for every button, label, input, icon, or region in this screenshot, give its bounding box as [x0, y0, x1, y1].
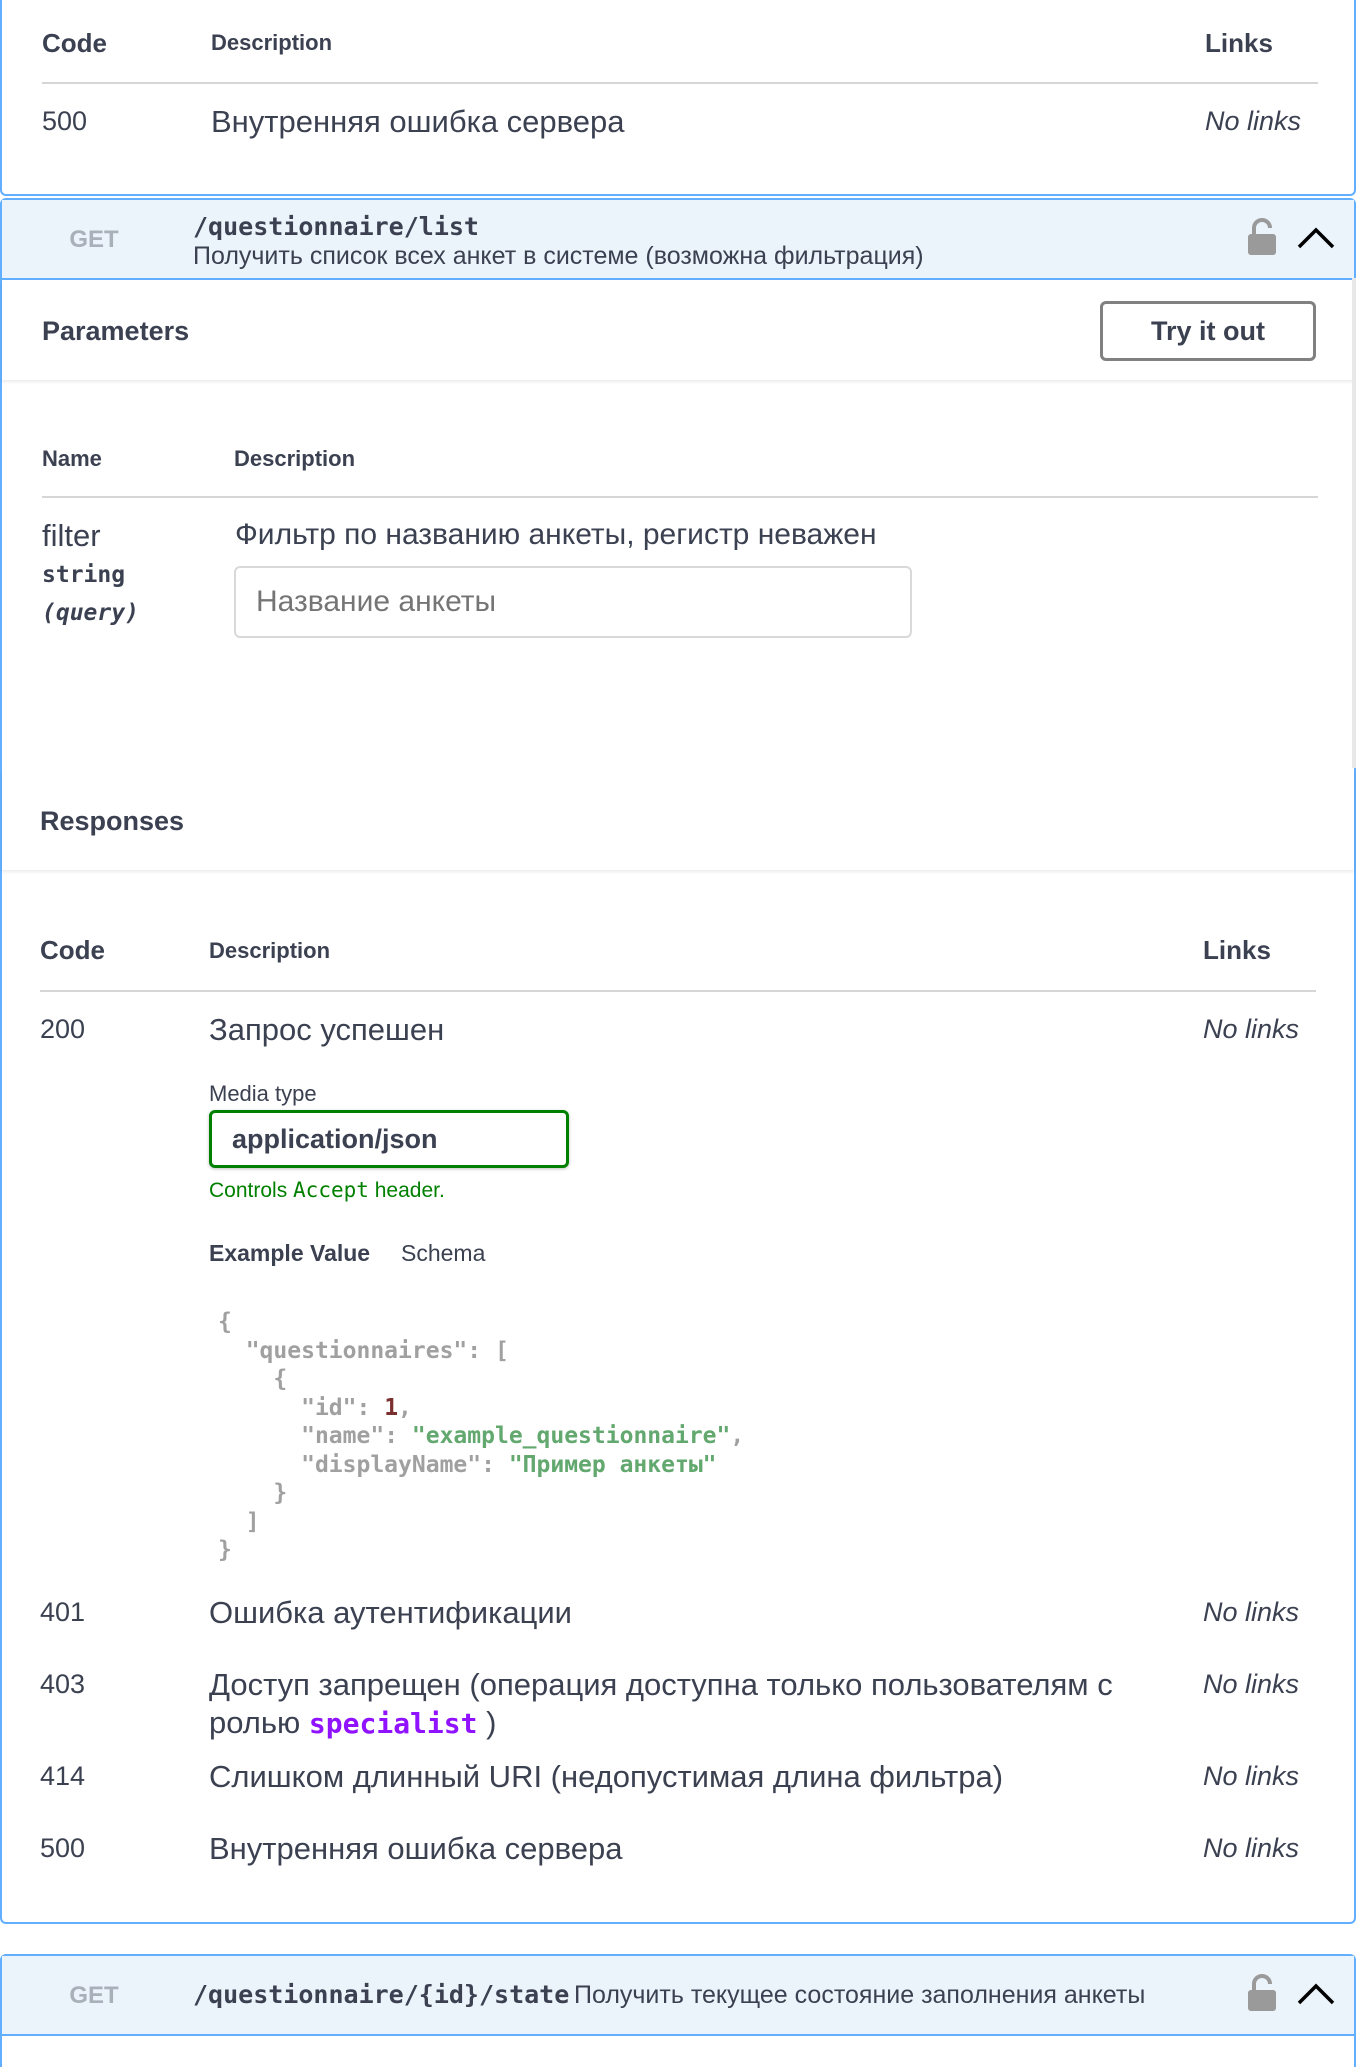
tab-schema[interactable]: Schema [401, 1240, 485, 1267]
controls-prefix: Controls [209, 1179, 294, 1202]
json-bracket: ] [245, 1508, 260, 1535]
response-links: No links [1203, 1597, 1300, 1627]
responses-header-description: Description [209, 938, 331, 963]
json-key: "name" [301, 1423, 385, 1449]
operation-summary[interactable]: GET /questionnaire/list Получить список … [2, 200, 1354, 280]
responses-header-description: Description [211, 30, 333, 55]
previous-operation-responses: Code Description Links 500 Внутренняя ош… [0, 0, 1356, 196]
json-string: "example_questionnaire" [411, 1423, 731, 1449]
operation-description: Получить текущее состояние заполнения ан… [574, 1981, 1146, 2009]
method-badge: GET [69, 1982, 119, 2009]
controls-suffix: header. [368, 1179, 445, 1202]
json-key: "displayName" [301, 1451, 482, 1478]
try-it-out-button[interactable]: Try it out [1100, 301, 1316, 361]
media-type-label: Media type [209, 1081, 317, 1106]
json-key: "questionnaires" [245, 1337, 468, 1364]
media-type-select[interactable]: application/json [209, 1110, 569, 1168]
json-punct: : [ [467, 1337, 509, 1364]
response-description: Ошибка аутентификации [209, 1595, 572, 1630]
responses-header-code: Code [40, 935, 105, 965]
response-description-line2: ролью specialist ) [209, 1705, 496, 1741]
responses-header-links: Links [1203, 935, 1271, 965]
json-key: "id" [301, 1394, 357, 1421]
filter-input[interactable] [234, 566, 912, 638]
response-code: 401 [40, 1597, 86, 1627]
responses-header-code: Code [42, 28, 107, 58]
json-brace: } [218, 1537, 232, 1563]
chevron-up-icon[interactable] [1296, 226, 1336, 250]
response-code: 500 [42, 106, 88, 136]
role-code: specialist [308, 1707, 478, 1740]
controls-code: Accept [293, 1178, 369, 1202]
tab-example-value[interactable]: Example Value [209, 1240, 370, 1267]
responses-title: Responses [40, 806, 185, 836]
response-description: Внутренняя ошибка сервера [211, 104, 625, 139]
response-code: 414 [40, 1761, 86, 1791]
json-brace: } [273, 1480, 288, 1506]
response-links: No links [1203, 1669, 1300, 1699]
example-value-code: { "questionnaires": [ { "id": 1, "name":… [218, 1309, 745, 1563]
response-code: 403 [40, 1669, 86, 1699]
response-description-line1: Доступ запрещен (операция доступна тольк… [209, 1667, 1113, 1702]
header-divider [42, 82, 1318, 84]
role-suffix: ) [477, 1705, 497, 1740]
param-location: (query) [42, 600, 139, 626]
lock-icon[interactable] [1247, 218, 1277, 256]
controls-accept-note: Controls Accept header. [209, 1178, 445, 1203]
json-number: 1 [384, 1394, 399, 1421]
response-code: 500 [40, 1833, 86, 1863]
response-code: 200 [40, 1014, 86, 1044]
parameters-title: Parameters [42, 316, 190, 346]
operation-get-questionnaire-list: GET /questionnaire/list Получить список … [0, 198, 1356, 1924]
responses-header-divider [40, 990, 1316, 992]
operation-summary[interactable]: GET /questionnaire/{id}/state Получить т… [2, 1956, 1354, 2036]
operation-description: Получить список всех анкет в системе (во… [193, 242, 924, 270]
operation-path: /questionnaire/{id}/state [193, 1980, 570, 2009]
response-description: Слишком длинный URI (недопустимая длина … [209, 1759, 1004, 1794]
json-brace: { [273, 1366, 288, 1392]
response-description: Запрос успешен [209, 1012, 445, 1047]
responses-section-header: Responses [2, 770, 1354, 870]
param-description: Фильтр по названию анкеты, регистр неваж… [235, 518, 877, 551]
json-brace: { [218, 1309, 232, 1335]
param-header-description: Description [234, 446, 356, 471]
response-description: Внутренняя ошибка сервера [209, 1831, 623, 1866]
response-links: No links [1203, 1014, 1300, 1044]
response-links: No links [1205, 106, 1302, 136]
panel-edge [1352, 278, 1356, 768]
method-badge: GET [69, 226, 119, 253]
role-prefix: ролью [209, 1705, 309, 1740]
operation-path: /questionnaire/list [193, 212, 479, 241]
chevron-up-icon[interactable] [1296, 1982, 1336, 2006]
param-header-name: Name [42, 446, 102, 471]
lock-icon[interactable] [1247, 1974, 1277, 2012]
response-links: No links [1203, 1761, 1300, 1791]
param-header-divider [42, 496, 1318, 498]
operation-get-questionnaire-state: GET /questionnaire/{id}/state Получить т… [0, 1954, 1356, 2067]
param-name: filter [42, 518, 101, 553]
param-type: string [42, 562, 126, 588]
json-string: "Пример анкеты" [508, 1451, 717, 1478]
response-links: No links [1203, 1833, 1300, 1863]
responses-header-links: Links [1205, 28, 1273, 58]
